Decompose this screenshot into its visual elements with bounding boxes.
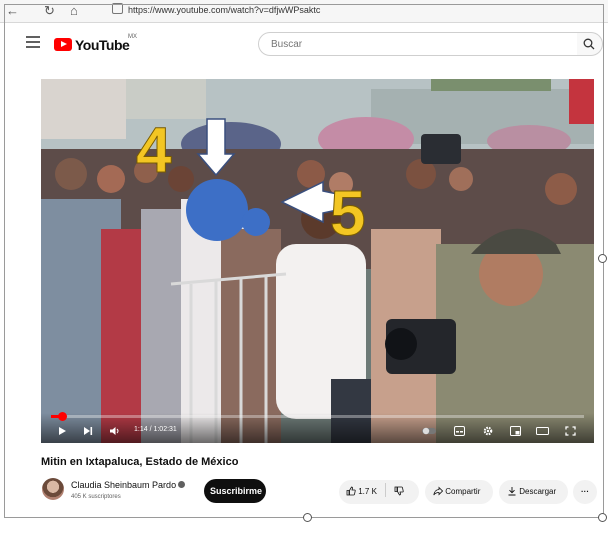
fullscreen-icon[interactable] xyxy=(565,426,576,436)
menu-icon[interactable] xyxy=(26,36,40,48)
like-dislike-group: 1.7 K xyxy=(339,480,419,504)
resize-handle-corner[interactable] xyxy=(598,513,607,522)
search-input[interactable] xyxy=(269,38,563,51)
subtitles-icon[interactable] xyxy=(454,426,465,436)
verified-badge-icon xyxy=(178,481,186,488)
share-label: Compartir xyxy=(445,487,481,496)
time-display: 1:14 / 1:02:31 xyxy=(134,426,177,433)
like-button[interactable]: 1.7 K xyxy=(346,486,379,496)
next-icon[interactable] xyxy=(83,426,93,436)
like-count: 1.7 K xyxy=(358,487,377,496)
progress-scrubber[interactable] xyxy=(57,412,67,421)
miniplayer-icon[interactable] xyxy=(510,426,521,436)
video-frame xyxy=(41,79,594,443)
download-icon xyxy=(508,487,516,496)
volume-icon[interactable] xyxy=(109,426,120,436)
youtube-header: YouTube MX xyxy=(20,28,603,62)
channel-name-row[interactable]: Claudia Sheinbaum Pardo xyxy=(71,480,186,490)
search-button[interactable] xyxy=(577,32,603,56)
annotation-number-4: 4 xyxy=(136,114,173,186)
logo-region-code: MX xyxy=(128,34,137,40)
progress-bar[interactable] xyxy=(51,412,584,421)
download-label: Descargar xyxy=(519,487,557,496)
search-box[interactable] xyxy=(258,32,578,56)
theater-mode-icon[interactable] xyxy=(536,426,549,436)
channel-name[interactable]: Claudia Sheinbaum Pardo xyxy=(71,480,176,490)
dislike-button[interactable] xyxy=(392,486,405,496)
resize-handle-bottom[interactable] xyxy=(303,513,312,522)
search-icon xyxy=(583,38,595,50)
download-button[interactable]: Descargar xyxy=(499,480,568,504)
like-divider xyxy=(385,483,387,497)
subscriber-count: 405 K suscriptores xyxy=(71,494,121,500)
video-player[interactable]: 4 5 1:14 / 1:02:31 xyxy=(41,79,594,443)
player-controls: 1:14 / 1:02:31 xyxy=(41,412,594,443)
gear-icon[interactable] xyxy=(483,426,493,436)
thumbs-up-icon xyxy=(346,486,356,496)
video-title: Mitin en Ixtapaluca, Estado de México xyxy=(41,456,239,468)
annotation-number-5: 5 xyxy=(330,177,367,249)
more-actions-button[interactable]: ··· xyxy=(573,480,597,504)
youtube-logo-icon[interactable] xyxy=(54,38,72,51)
channel-avatar[interactable] xyxy=(42,478,64,500)
share-button[interactable]: Compartir xyxy=(425,480,493,504)
autoplay-toggle-icon[interactable] xyxy=(421,427,437,435)
resize-handle-right[interactable] xyxy=(598,254,607,263)
thumbs-down-icon xyxy=(394,486,405,496)
youtube-logo-text[interactable]: YouTube xyxy=(75,37,130,53)
subscribe-button[interactable]: Suscribirme xyxy=(204,479,266,503)
play-icon[interactable] xyxy=(57,426,67,436)
share-arrow-icon xyxy=(433,486,444,496)
